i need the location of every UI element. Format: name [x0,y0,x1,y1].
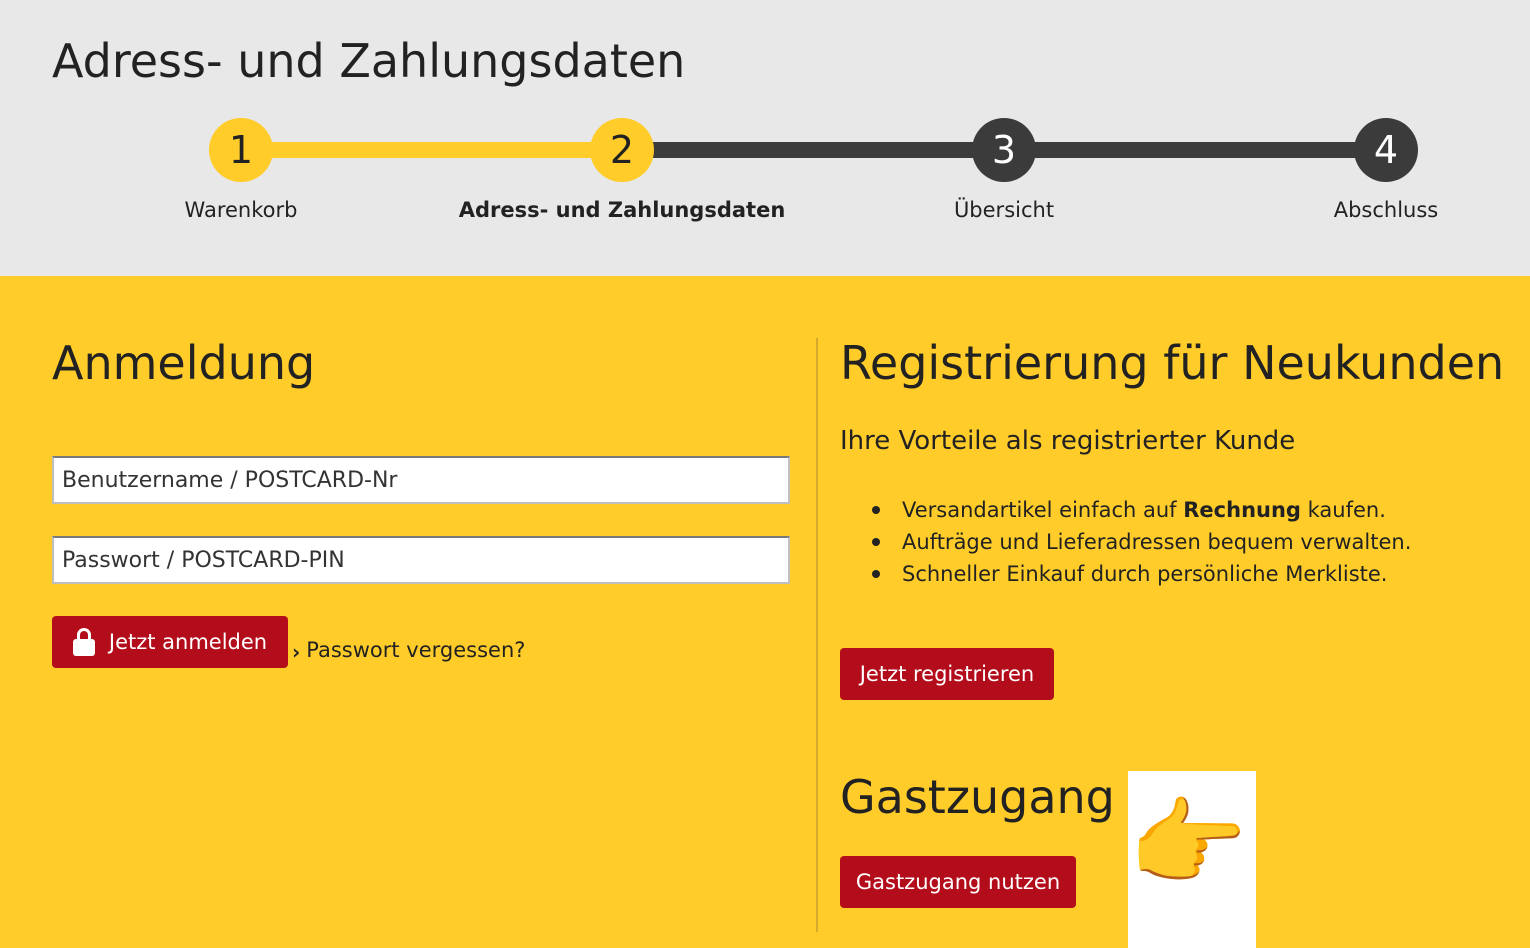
hand-image: 👉 [1128,771,1256,948]
register-button[interactable]: Jetzt registrieren [840,648,1054,700]
step-2-circle: 2 [590,118,654,182]
register-title: Registrierung für Neukunden [840,336,1505,390]
bullet-icon [872,538,880,546]
step-1-circle[interactable]: 1 [209,118,273,182]
register-button-label: Jetzt registrieren [859,662,1035,686]
username-input[interactable] [52,456,790,504]
step-1-label[interactable]: Warenkorb [185,198,298,222]
progress-line-completed [241,142,622,158]
step-2-label: Adress- und Zahlungsdaten [458,198,786,222]
chevron-right-icon: › [292,640,301,664]
bullet-icon [872,570,880,578]
step-4-label: Abschluss [1333,198,1439,222]
checkout-stepper: 1 2 3 4 Warenkorb Adress- und Zahlungsda… [0,0,1530,276]
login-button[interactable]: Jetzt anmelden [52,616,288,668]
guest-button[interactable]: Gastzugang nutzen [840,856,1076,908]
bullet-icon [872,506,880,514]
forgot-password-label: Passwort vergessen? [306,638,526,662]
list-item: Versandartikel einfach auf Rechnung kauf… [872,494,1411,526]
benefits-list: Versandartikel einfach auf Rechnung kauf… [872,494,1411,590]
step-3-circle: 3 [972,118,1036,182]
step-4-circle: 4 [1354,118,1418,182]
login-button-label: Jetzt anmelden [108,630,268,654]
step-3-label: Übersicht [953,198,1055,222]
lock-icon [72,628,95,656]
guest-button-label: Gastzugang nutzen [855,870,1061,894]
list-item: Schneller Einkauf durch persönliche Merk… [872,558,1411,590]
forgot-password-link[interactable]: › Passwort vergessen? [292,638,526,664]
password-input[interactable] [52,536,790,584]
guest-title: Gastzugang [840,770,1115,824]
login-title: Anmeldung [52,336,316,390]
section-divider [816,338,818,932]
register-subtitle: Ihre Vorteile als registrierter Kunde [840,426,1296,456]
pointing-hand-icon: 👉 [1128,787,1248,899]
list-item: Aufträge und Lieferadressen bequem verwa… [872,526,1411,558]
